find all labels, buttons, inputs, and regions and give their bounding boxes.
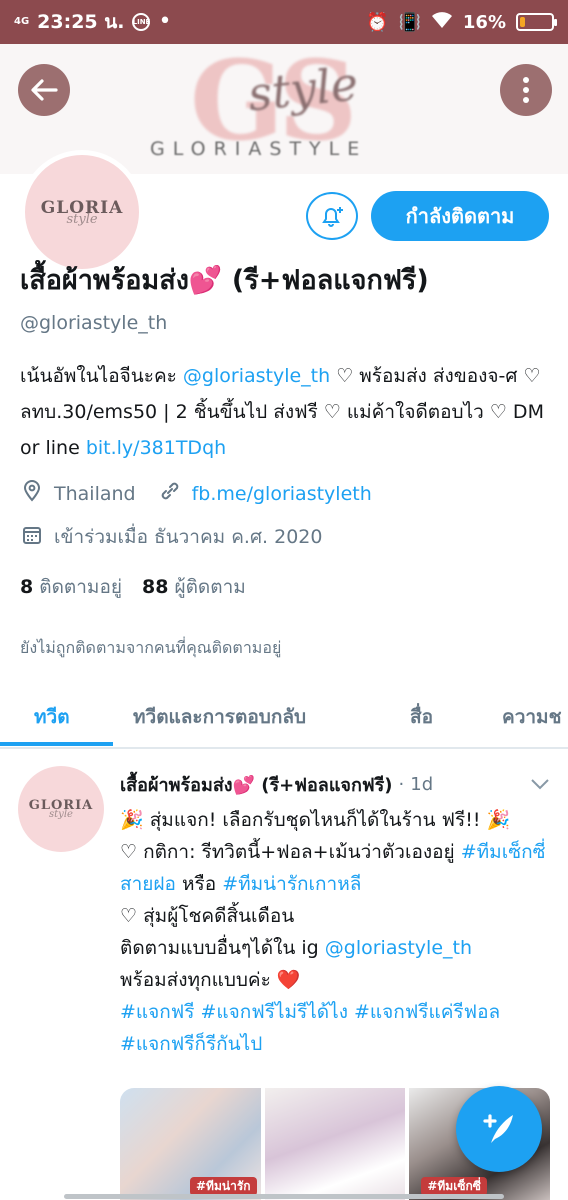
tweet-text-fragment: พร้อมส่งทุกแบบค่ะ [120,969,277,991]
battery-fill [520,17,525,27]
tweet-photo[interactable]: #ทีมน่ารัก [120,1088,261,1200]
banner-brand-text: GLORIASTYLE [150,138,368,160]
follow-counts: 8 ติดตามอยู่ 88 ผู้ติดตาม [20,572,246,602]
chevron-down-icon[interactable] [530,774,550,795]
hashtag-link[interactable]: #ทีมน่ารักเกาหลี [222,873,361,895]
link-icon [158,480,182,507]
more-dot-icon [523,97,529,103]
back-button[interactable] [18,64,70,116]
alarm-icon: ⏰ [366,11,389,33]
tweet-separator: · [398,774,405,795]
active-tab-indicator [0,742,113,746]
network-indicator: 4G [14,16,30,27]
profile-meta-row: เข้าร่วมเมื่อ ธันวาคม ค.ศ. 2020 [20,522,322,552]
compose-tweet-icon [483,1114,513,1143]
more-dot-icon [523,77,529,83]
website-link[interactable]: fb.me/gloriastyleth [192,483,372,505]
profile-meta-row: Thailand fb.me/gloriastyleth [20,480,372,507]
tweet-text-fragment: ♡ กติกา: รีทวิตนี้+ฟอล+เม้นว่าตัวเองอยู่ [120,841,461,863]
followers-count-link[interactable]: 88 ผู้ติดตาม [142,572,246,602]
user-handle: @gloriastyle_th [20,312,168,334]
tweet-author-name[interactable]: เสื้อผ้าพร้อมส่ง💕 (รี+ฟอลแจกฟรี) [120,770,393,799]
tweet-photo[interactable] [264,1088,406,1200]
arrow-left-icon [31,79,58,101]
wifi-icon [431,11,453,34]
not-followed-note: ยังไม่ถูกติดตามจากคนที่คุณติดตามอยู่ [20,638,282,657]
following-count-link[interactable]: 8 ติดตามอยู่ [20,572,122,602]
tweet-timestamp: 1d [410,774,434,795]
compose-tweet-button[interactable] [456,1086,542,1172]
tweet-avatar[interactable]: GLORIA style [18,766,104,852]
following-label: ติดตามอยู่ [39,576,122,598]
tab-likes[interactable]: ความช [502,702,561,732]
tab-tweets[interactable]: ทวีต [34,702,70,732]
more-dot-icon [523,87,529,93]
tab-divider [0,748,568,749]
joined-date-text: เข้าร่วมเมื่อ ธันวาคม ค.ศ. 2020 [54,526,323,548]
status-time: 23:25 น. [37,11,125,33]
avatar-logo-script: style [66,211,98,227]
following-count: 8 [20,576,34,598]
vibrate-icon: 📳 [398,11,421,33]
hashtag-link[interactable]: #แจกฟรีก็รีกันไป [120,1028,560,1060]
bio-url-link[interactable]: bit.ly/381TDqh [86,437,226,459]
display-name: เสื้อผ้าพร้อมส่ง💕 (รี+ฟอลแจกฟรี) [20,265,429,296]
followers-count: 88 [142,576,169,598]
status-bar: 4G 23:25 น. LINE • ⏰ 📳 16% [0,0,568,44]
line-app-icon: LINE [132,13,151,31]
location-pin-icon [20,480,44,507]
battery-percent: 16% [462,11,506,33]
bell-plus-icon [322,207,343,227]
profile-bio: เน้นอัพในไอจีนะคะ @gloriastyle_th ♡ พร้อ… [20,358,550,466]
calendar-icon [20,525,44,550]
hashtag-link[interactable]: #แจกฟรี #แจกฟรีไม่รีได้ไง #แจกฟรีแค่รีฟอ… [120,996,560,1028]
tweet-line: ♡ สุ่มผู้โชคดีสิ้นเดือน [120,905,295,927]
tab-media[interactable]: สื่อ [410,702,433,732]
tweet-line: ติดตามแบบอื่นๆได้ใน ig @gloriastyle_th [120,932,560,964]
more-options-button[interactable] [500,64,552,116]
followers-label: ผู้ติดตาม [174,576,246,598]
bio-mention-link[interactable]: @gloriastyle_th [183,365,330,387]
tweet-text-fragment: หรือ [175,873,223,895]
battery-icon [516,13,557,31]
following-button[interactable]: กำลังติดตาม [371,191,549,241]
tweet-header: เสื้อผ้าพร้อมส่ง💕 (รี+ฟอลแจกฟรี) · 1d [120,770,550,799]
heart-emoji-icon: ❤️ [276,969,301,991]
tweet-text: 🎉 สุ่มแจก! เลือกรับชุดไหนก็ได้ในร้าน ฟรี… [120,804,560,1060]
tweet-line: ♡ กติกา: รีทวิตนี้+ฟอล+เม้นว่าตัวเองอยู่… [120,836,560,900]
avatar-logo-script: style [49,809,73,820]
profile-tabs: ทวีต ทวีตและการตอบกลับ สื่อ ความช [0,686,568,748]
tweet-text-fragment: ติดตามแบบอื่นๆได้ใน ig [120,937,325,959]
banner-logo-script: style [245,56,361,122]
gesture-home-bar[interactable] [64,1194,504,1199]
location-text: Thailand [54,482,136,505]
mention-link[interactable]: @gloriastyle_th [325,937,472,959]
tab-tweets-and-replies[interactable]: ทวีตและการตอบกลับ [133,702,306,732]
profile-avatar[interactable]: GLORIA style [20,150,144,274]
bio-text: เน้นอัพในไอจีนะคะ [20,365,183,387]
dot-icon: • [158,9,172,34]
notifications-bell-button[interactable] [306,192,358,240]
tweet-line: พร้อมส่งทุกแบบค่ะ ❤️ [120,964,560,996]
tweet-line: 🎉 สุ่มแจก! เลือกรับชุดไหนก็ได้ในร้าน ฟรี… [120,809,511,831]
